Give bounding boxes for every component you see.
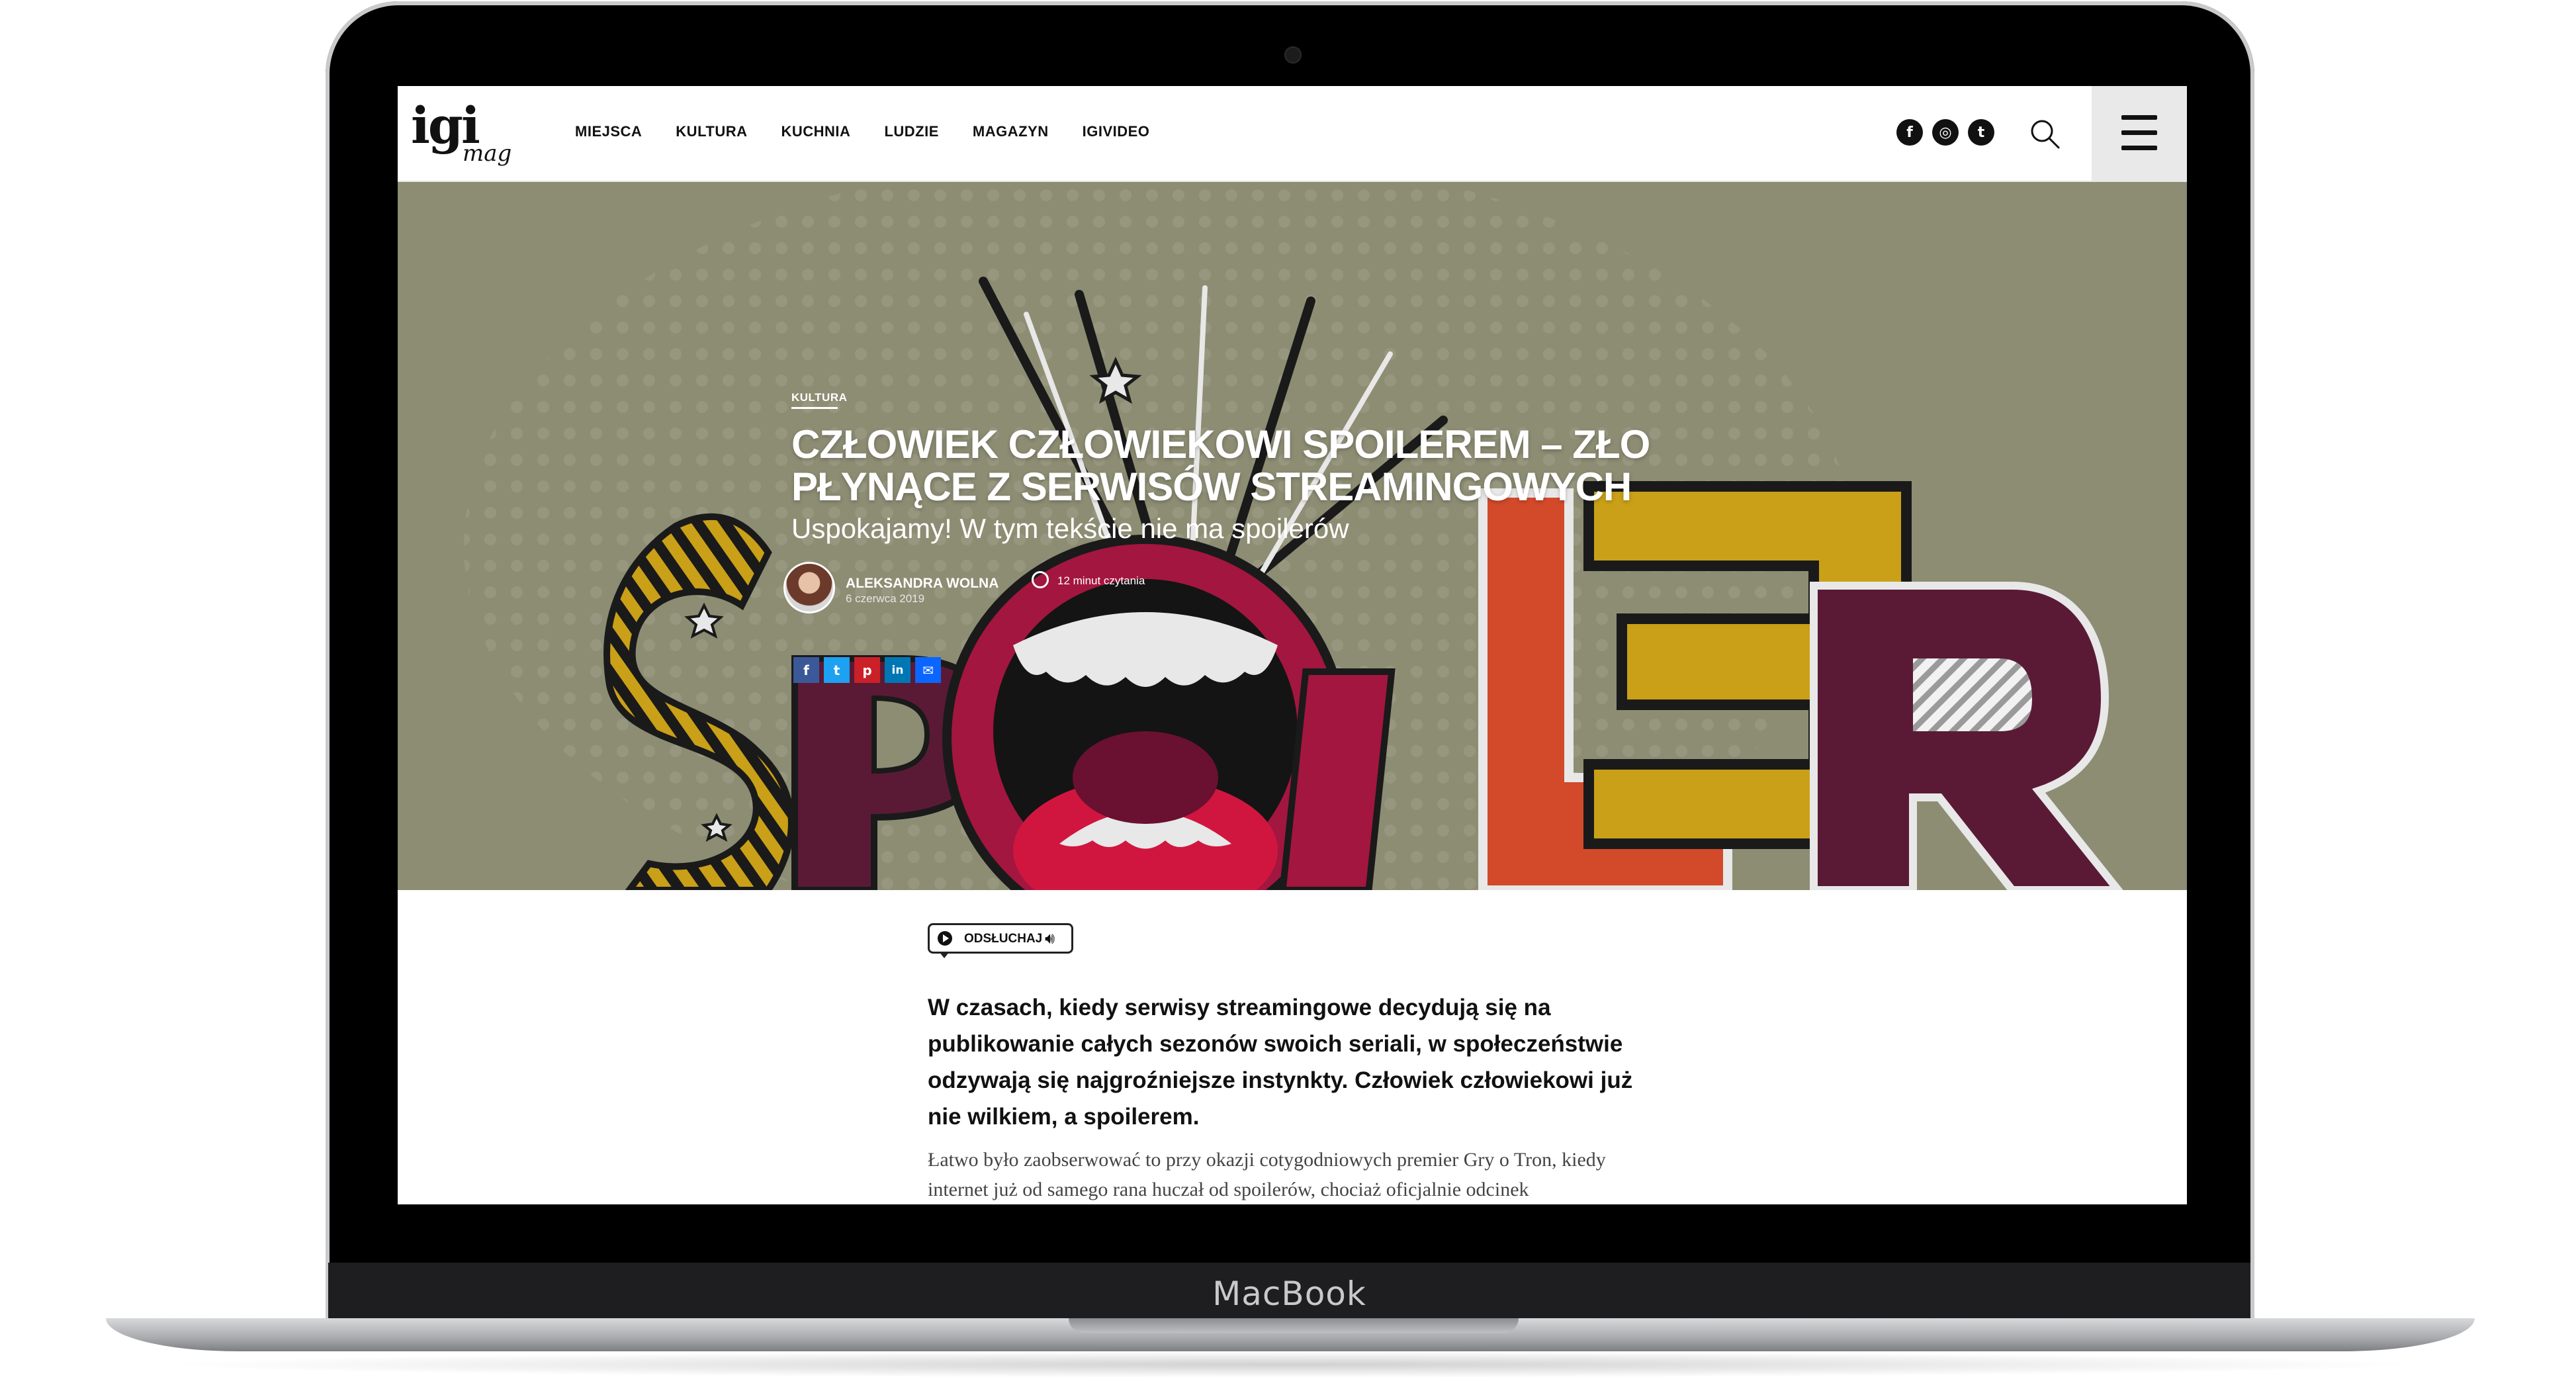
article-lead: W czasach, kiedy serwisy streamingowe de…: [928, 995, 1633, 1130]
author-name[interactable]: ALEKSANDRA WOLNA: [846, 576, 999, 592]
twitter-icon[interactable]: t: [1968, 119, 1994, 146]
bubble-tail: [939, 952, 950, 958]
main-menu: MIEJSCA KULTURA KUCHNIA LUDZIE MAGAZYN I…: [575, 123, 1183, 140]
article-body: Łatwo było zaobserwować to przy okazji c…: [928, 1149, 1606, 1200]
laptop-shadow: [152, 1351, 2428, 1378]
article-title: CZŁOWIEK CZŁOWIEKOWI SPOILEREM – ZŁO PŁY…: [791, 422, 1650, 509]
menu-item-igivideo[interactable]: IGIVIDEO: [1083, 123, 1150, 140]
author-avatar[interactable]: [783, 562, 835, 613]
pinterest-share-icon[interactable]: p: [854, 657, 880, 683]
linkedin-share-icon[interactable]: in: [885, 657, 910, 683]
clock-icon: [1032, 571, 1049, 588]
email-share-icon[interactable]: ✉: [915, 657, 941, 683]
listen-label: ODSŁUCHAJ: [964, 932, 1043, 946]
site-logo[interactable]: igi mag: [411, 101, 511, 167]
speaker-icon: 🔊︎: [1045, 929, 1055, 948]
twitter-share-icon[interactable]: t: [824, 657, 850, 683]
read-time: 12 minut czytania: [1057, 574, 1145, 587]
menu-item-magazyn[interactable]: MAGAZYN: [973, 123, 1049, 140]
facebook-share-icon[interactable]: f: [793, 657, 819, 683]
search-icon[interactable]: [2029, 118, 2061, 150]
category-underline: [791, 407, 838, 409]
site-header: igi mag MIEJSCA KULTURA KUCHNIA LUDZIE M…: [398, 86, 2187, 182]
instagram-icon[interactable]: ◎: [1932, 119, 1959, 146]
logo-sub: mag: [463, 140, 512, 167]
hamburger-menu-button[interactable]: [2092, 86, 2187, 181]
laptop-chin: MacBook: [328, 1263, 2250, 1324]
hamburger-bar: [2121, 130, 2157, 135]
share-buttons: f t p in ✉: [793, 657, 941, 683]
camera-icon: [1284, 46, 1302, 64]
listen-button[interactable]: ODSŁUCHAJ 🔊︎: [928, 923, 1073, 958]
browser-screen: igi mag MIEJSCA KULTURA KUCHNIA LUDZIE M…: [398, 86, 2187, 1204]
laptop-notch: [1069, 1318, 1519, 1333]
hero-banner: KULTURA CZŁOWIEK CZŁOWIEKOWI SPOILEREM –…: [398, 182, 2187, 890]
menu-item-kuchnia[interactable]: KUCHNIA: [781, 123, 850, 140]
play-icon: [938, 931, 952, 946]
social-links: f ◎ t: [1896, 119, 1994, 146]
hamburger-bar: [2121, 115, 2157, 120]
device-label: MacBook: [1212, 1275, 1366, 1313]
article-subtitle: Uspokajamy! W tym tekście nie ma spoiler…: [791, 513, 1349, 544]
menu-item-ludzie[interactable]: LUDZIE: [884, 123, 938, 140]
menu-item-kultura[interactable]: KULTURA: [676, 123, 747, 140]
publish-date: 6 czerwca 2019: [846, 592, 925, 605]
menu-item-miejsca[interactable]: MIEJSCA: [575, 123, 642, 140]
facebook-icon[interactable]: f: [1896, 119, 1923, 146]
hamburger-bar: [2121, 146, 2157, 150]
article-category[interactable]: KULTURA: [791, 391, 847, 404]
